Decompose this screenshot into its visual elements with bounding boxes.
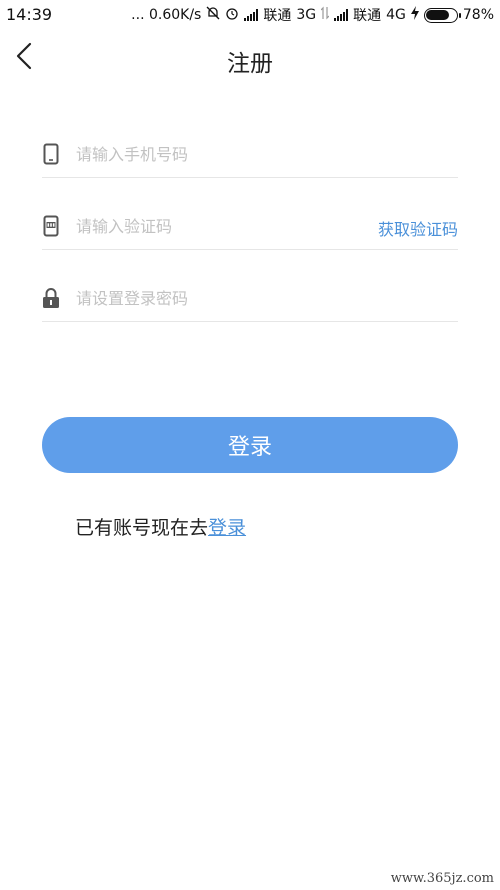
- sms-code-icon: [42, 215, 60, 237]
- carrier-1: 联通: [263, 8, 292, 24]
- network-type-1: 3G: [296, 7, 317, 23]
- status-indicators: ... 0.60K/s 联通 3G 联通 4G 78%: [131, 5, 494, 25]
- password-row: [42, 274, 458, 322]
- login-button[interactable]: 登录: [42, 417, 458, 473]
- page-title: 注册: [227, 51, 273, 77]
- signal-icon: [244, 9, 259, 21]
- get-code-button[interactable]: 获取验证码: [378, 216, 458, 240]
- alarm-icon: [225, 6, 239, 24]
- watermark: www.365jz.com: [390, 871, 494, 886]
- phone-input[interactable]: [76, 140, 458, 168]
- status-bar: 14:39 ... 0.60K/s 联通 3G 联通 4G 78%: [0, 0, 500, 30]
- charging-bolt-icon: [410, 6, 419, 24]
- data-arrows-icon: [320, 6, 330, 24]
- have-account-text: 已有账号现在去登录: [75, 513, 246, 540]
- code-input[interactable]: [76, 212, 358, 240]
- battery-icon: [423, 7, 461, 23]
- have-account-prompt: 已有账号现在去: [75, 517, 209, 539]
- bell-muted-icon: [206, 6, 220, 24]
- status-time: 14:39: [6, 5, 53, 24]
- phone-icon: [42, 143, 60, 165]
- carrier-2: 联通: [353, 8, 382, 24]
- battery-percent: 78%: [462, 7, 494, 23]
- code-row: 获取验证码: [42, 202, 458, 250]
- go-login-link[interactable]: 登录: [208, 517, 246, 539]
- network-speed: ... 0.60K/s: [131, 7, 202, 23]
- password-input[interactable]: [76, 284, 458, 312]
- lock-icon: [42, 287, 60, 309]
- network-type-2: 4G: [386, 7, 406, 23]
- signal-icon-2: [334, 9, 349, 21]
- phone-row: [42, 130, 458, 178]
